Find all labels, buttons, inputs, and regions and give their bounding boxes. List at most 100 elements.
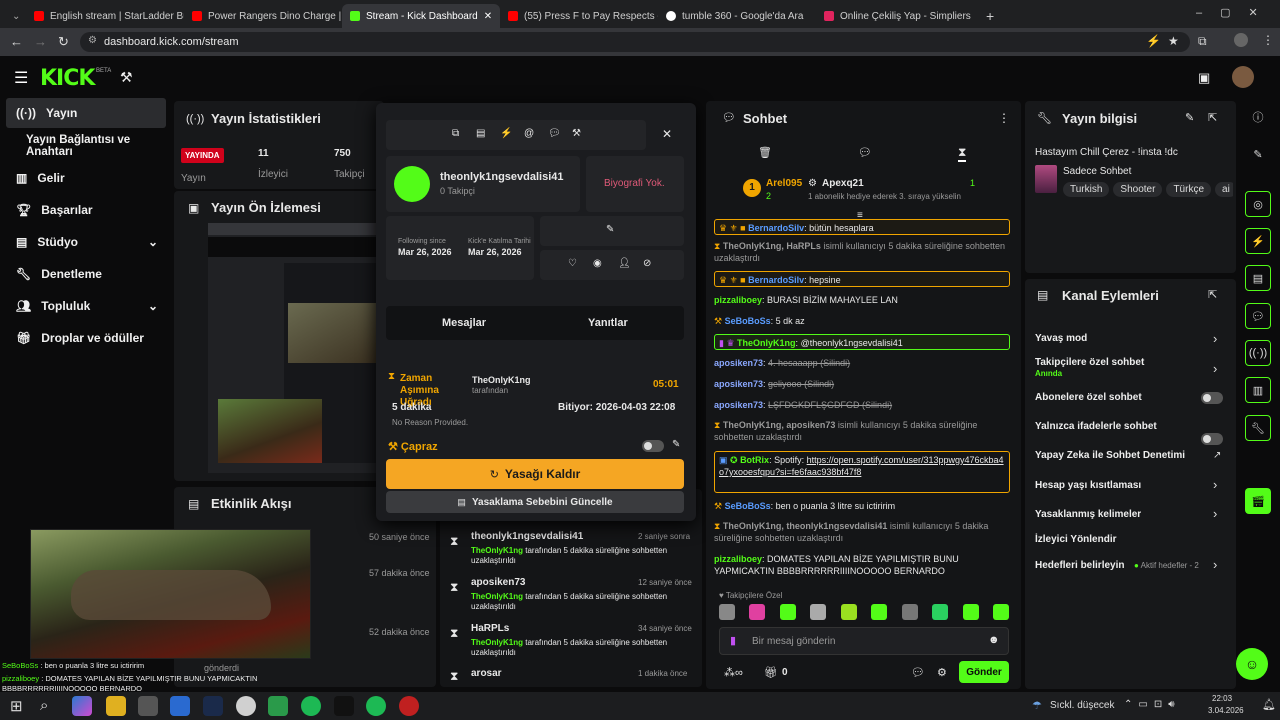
chat-bubble-icon[interactable]: 💬︎ bbox=[858, 146, 872, 159]
emote-icon[interactable] bbox=[962, 604, 979, 620]
extension-icon[interactable]: ⚡ bbox=[1146, 34, 1161, 48]
spotify-icon[interactable] bbox=[366, 696, 386, 716]
window-controls[interactable]: –▢✕ bbox=[1196, 6, 1276, 19]
emote-icon[interactable] bbox=[779, 604, 796, 620]
points-icon[interactable]: ⁂∞ bbox=[724, 666, 743, 679]
lightning-icon[interactable]: ⚡ bbox=[1245, 228, 1271, 254]
tray-icons[interactable]: ⌃▭⊡🔊︎ bbox=[1124, 699, 1181, 710]
browser-menu-icon[interactable]: ⋮ bbox=[1262, 33, 1274, 47]
sheets-icon[interactable] bbox=[268, 696, 288, 716]
pencil-icon[interactable]: ✎ bbox=[1245, 141, 1271, 167]
edit-note-button[interactable]: ✎ bbox=[540, 216, 684, 246]
emote-icon[interactable] bbox=[932, 604, 949, 620]
browser-tab-active[interactable]: Stream - Kick Dashboard ✕ bbox=[342, 4, 500, 28]
more-icon[interactable]: ⋮ bbox=[998, 111, 1010, 125]
popout-icon[interactable]: ⇱ bbox=[1208, 288, 1217, 301]
sidebar-item-droplar[interactable]: 🎁︎ Droplar ve ödüller bbox=[6, 323, 166, 353]
camera-icon[interactable]: ◎ bbox=[1245, 191, 1271, 217]
file-explorer-icon[interactable] bbox=[106, 696, 126, 716]
mod-feed-row[interactable]: ⧗ theonlyk1ngsevdalisi41 2 saniye sonra … bbox=[440, 528, 695, 572]
chat-input[interactable]: ▮ Bir mesaj gönderin ☻ bbox=[719, 627, 1009, 655]
mod-feed-row[interactable]: ⧗ HaRPLs 34 saniye önce TheOnlyK1ng tara… bbox=[440, 620, 695, 664]
tiktok-icon[interactable] bbox=[334, 696, 354, 716]
emote-icon[interactable] bbox=[992, 604, 1009, 620]
chat-message[interactable]: pizzaliboey: BURASI BİZİM MAHAYLEE LAN bbox=[714, 294, 1010, 306]
mod-feed-row[interactable]: ⧗ arosar 1 dakika önce bbox=[440, 665, 695, 687]
sidebar-item-gelir[interactable]: ▥ Gelir bbox=[6, 163, 166, 193]
sidebar-item-studyo[interactable]: ▤ Stüdyo ⌄ bbox=[6, 227, 166, 257]
clock-time[interactable]: 22:03 bbox=[1212, 694, 1232, 703]
browser-tab[interactable]: Online Çekiliş Yap - Simpliers bbox=[816, 4, 974, 28]
cross-toggle[interactable] bbox=[642, 440, 664, 452]
chat-settings-bubble-icon[interactable]: 💬︎ bbox=[911, 666, 925, 679]
weather-text[interactable]: Sıckl. düşecek bbox=[1050, 700, 1114, 711]
clock-date[interactable]: 3.04.2026 bbox=[1208, 706, 1244, 715]
chat-message[interactable]: pizzaliboey: DOMATES YAPILAN BİZE YAPILM… bbox=[714, 553, 1010, 579]
pencil-icon[interactable]: ✎ bbox=[672, 439, 680, 450]
back-icon[interactable]: ← bbox=[10, 34, 23, 49]
chat-message-deleted[interactable]: aposiken73: LŞFDGKDFLŞGDFGD (Silindi) bbox=[714, 399, 1010, 411]
forward-icon[interactable]: → bbox=[34, 34, 47, 49]
action-slow-mode[interactable]: Yavaş mod bbox=[1035, 333, 1087, 344]
update-ban-reason-button[interactable]: ▤ Yasaklama Sebebini Güncelle bbox=[386, 491, 684, 513]
chat-message-deleted[interactable]: aposiken73: geliyooo (Silindi) bbox=[714, 378, 1010, 390]
copy-icon[interactable]: ⧉ bbox=[452, 128, 459, 139]
document-icon[interactable]: ▤ bbox=[1245, 265, 1271, 291]
spotify-icon[interactable] bbox=[301, 696, 321, 716]
browser-tab[interactable]: tumble 360 - Google'da Ara bbox=[658, 4, 816, 28]
category-thumbnail[interactable] bbox=[1035, 165, 1057, 193]
chat-message[interactable]: ♛ ⚜ ■ BernardoSilv: bütün hesaplara bbox=[714, 219, 1010, 235]
sidebar-item-stream-key[interactable]: Yayın Bağlantısı ve Anahtarı bbox=[16, 131, 172, 161]
gavel-icon[interactable]: ⚒ bbox=[572, 128, 581, 139]
chevron-right-icon[interactable]: › bbox=[1213, 477, 1217, 492]
sidebar-item-yayin[interactable]: ((·)) Yayın bbox=[6, 98, 166, 128]
new-tab-button[interactable]: + bbox=[978, 4, 998, 28]
eye-icon[interactable]: ◉ bbox=[593, 258, 602, 269]
mod-feed-row[interactable]: ⧗ aposiken73 12 saniye önce TheOnlyK1ng … bbox=[440, 574, 695, 618]
browser-tab[interactable]: Power Rangers Dino Charge | S bbox=[184, 4, 342, 28]
chat-message-highlighted[interactable]: ▮ ♛ TheOnlyK1ng: @theonlyk1ngsevdalisi41 bbox=[714, 334, 1010, 350]
mention-icon[interactable]: @ bbox=[524, 128, 534, 139]
chrome-icon[interactable] bbox=[236, 696, 256, 716]
chat-message[interactable]: ♛ ⚜ ■ BernardoSilv: hepsine bbox=[714, 271, 1010, 287]
support-chat-icon[interactable]: ☺ bbox=[1236, 648, 1268, 680]
emote-icon[interactable] bbox=[749, 604, 766, 620]
pencil-icon[interactable]: ✎ bbox=[1185, 111, 1194, 124]
chevron-right-icon[interactable]: › bbox=[1213, 557, 1217, 572]
user-avatar[interactable] bbox=[1232, 66, 1254, 88]
unban-button[interactable]: ↻ Yasağı Kaldır bbox=[386, 459, 684, 489]
chat-bubble-icon[interactable]: 💬︎ bbox=[548, 128, 561, 139]
action-ai-moderation[interactable]: Yapay Zeka ile Sohbet Denetimi bbox=[1035, 450, 1185, 461]
emote-icon[interactable] bbox=[810, 604, 827, 620]
browser-tab[interactable]: (55) Press F to Pay Respects - Y bbox=[500, 4, 658, 28]
hourglass-icon[interactable]: ⧗ bbox=[958, 145, 967, 162]
heart-icon[interactable]: ♡ bbox=[568, 258, 577, 269]
notifications-icon[interactable]: 🔔︎ bbox=[1262, 698, 1276, 711]
browser-tab[interactable]: English stream | StarLadder Bud bbox=[26, 4, 184, 28]
chat-message[interactable]: ⚒ SeBoBoSs: ben o puanla 3 litre su icti… bbox=[714, 500, 1010, 512]
broadcast-icon[interactable]: ((·)) bbox=[1245, 340, 1271, 366]
chevron-right-icon[interactable]: › bbox=[1213, 361, 1217, 376]
emote-icon[interactable] bbox=[840, 604, 857, 620]
hamburger-menu-icon[interactable]: ☰ bbox=[14, 68, 28, 88]
lightning-icon[interactable]: ⚡ bbox=[500, 128, 512, 139]
sidebar-item-basarilar[interactable]: 🏆︎ Başarılar bbox=[6, 195, 166, 225]
wrench-icon[interactable]: 🔧︎ bbox=[1245, 415, 1271, 441]
action-goals[interactable]: Hedefleri belirleyin bbox=[1035, 560, 1124, 571]
close-tab-icon[interactable]: ✕ bbox=[484, 11, 492, 22]
kick-logo[interactable]: KICK bbox=[40, 66, 95, 91]
reload-icon[interactable]: ↻ bbox=[58, 34, 69, 50]
tab-messages[interactable]: Mesajlar bbox=[442, 317, 486, 329]
add-user-icon[interactable]: 👤︎ bbox=[618, 258, 631, 269]
copilot-icon[interactable] bbox=[72, 696, 92, 716]
tab-search-button[interactable]: ⌄ bbox=[4, 4, 26, 28]
extensions-puzzle-icon[interactable]: ⧉ bbox=[1198, 34, 1207, 49]
layout-icon[interactable]: ▥ bbox=[1245, 377, 1271, 403]
profile-avatar[interactable] bbox=[1234, 33, 1248, 47]
chevron-right-icon[interactable]: › bbox=[1213, 331, 1217, 346]
close-icon[interactable]: ✕ bbox=[662, 127, 672, 141]
url-field[interactable]: ⚙ dashboard.kick.com/stream ⚡ ★ bbox=[80, 32, 1190, 52]
chat-bubble-icon[interactable]: 💬︎ bbox=[1245, 303, 1271, 329]
tools-icon[interactable]: ⚒ bbox=[120, 69, 133, 86]
emote-icon[interactable] bbox=[719, 604, 735, 620]
